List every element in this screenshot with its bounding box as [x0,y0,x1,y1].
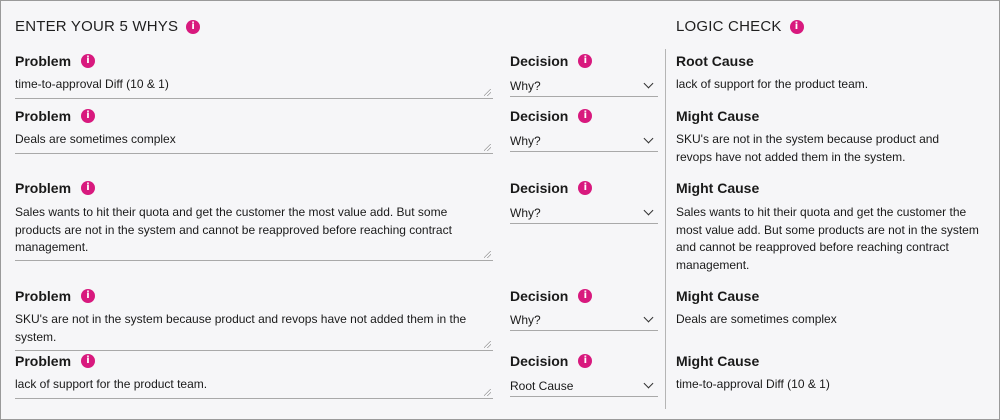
info-icon[interactable]: i [789,19,804,34]
resize-handle-icon[interactable] [484,144,491,151]
cause-label: Might Cause [676,353,760,369]
cause-text-2: SKU's are not in the system because prod… [676,132,940,164]
info-icon[interactable]: i [81,354,96,368]
decision-select-5[interactable]: Root Cause [510,375,658,397]
chevron-down-icon [643,205,654,216]
decision-label: Decision i [510,288,593,304]
decision-label: Decision i [510,53,593,69]
problem-label: Problem i [15,108,96,124]
info-icon[interactable]: i [578,181,593,195]
chevron-down-icon [643,133,654,144]
decision-label: Decision i [510,180,593,196]
decision-select-3[interactable]: Why? [510,202,658,224]
column-divider [665,49,666,409]
cause-label: Might Cause [676,288,760,304]
cause-text-4: Deals are sometimes complex [676,312,837,326]
problem-label: Problem i [15,180,96,196]
info-icon[interactable]: i [578,289,593,303]
info-icon[interactable]: i [81,54,96,68]
info-icon[interactable]: i [186,19,201,34]
problem-label: Problem i [15,288,96,304]
chevron-down-icon [643,378,654,389]
resize-handle-icon[interactable] [484,89,491,96]
problem-textarea-5[interactable]: lack of support for the product team. [15,376,493,399]
info-icon[interactable]: i [578,109,593,123]
cause-text-1: lack of support for the product team. [676,77,869,91]
problem-textarea-3[interactable]: Sales wants to hit their quota and get t… [15,204,493,261]
problem-textarea-2[interactable]: Deals are sometimes complex [15,131,493,154]
cause-text-3: Sales wants to hit their quota and get t… [676,205,979,272]
chevron-down-icon [643,312,654,323]
decision-select-2[interactable]: Why? [510,130,658,152]
cause-label: Might Cause [676,180,760,196]
chevron-down-icon [643,78,654,89]
info-icon[interactable]: i [81,109,96,123]
enter-whys-header: ENTER YOUR 5 WHYS i [15,18,201,35]
logic-check-header: LOGIC CHECK i [676,18,804,35]
problem-label: Problem i [15,353,96,369]
logic-check-title: LOGIC CHECK [676,18,782,35]
info-icon[interactable]: i [578,54,593,68]
resize-handle-icon[interactable] [484,389,491,396]
decision-select-4[interactable]: Why? [510,309,658,331]
decision-label: Decision i [510,353,593,369]
problem-label: Problem i [15,53,96,69]
cause-label: Might Cause [676,108,760,124]
info-icon[interactable]: i [578,354,593,368]
resize-handle-icon[interactable] [484,341,491,348]
problem-textarea-1[interactable]: time-to-approval Diff (10 & 1) [15,76,493,99]
enter-whys-title: ENTER YOUR 5 WHYS [15,18,179,35]
problem-textarea-4[interactable]: SKU's are not in the system because prod… [15,311,493,351]
decision-label: Decision i [510,108,593,124]
five-whys-panel: ENTER YOUR 5 WHYS i LOGIC CHECK i Proble… [0,0,1000,420]
info-icon[interactable]: i [81,181,96,195]
cause-label: Root Cause [676,53,754,69]
info-icon[interactable]: i [81,289,96,303]
resize-handle-icon[interactable] [484,251,491,258]
decision-select-1[interactable]: Why? [510,75,658,97]
cause-text-5: time-to-approval Diff (10 & 1) [676,377,830,391]
